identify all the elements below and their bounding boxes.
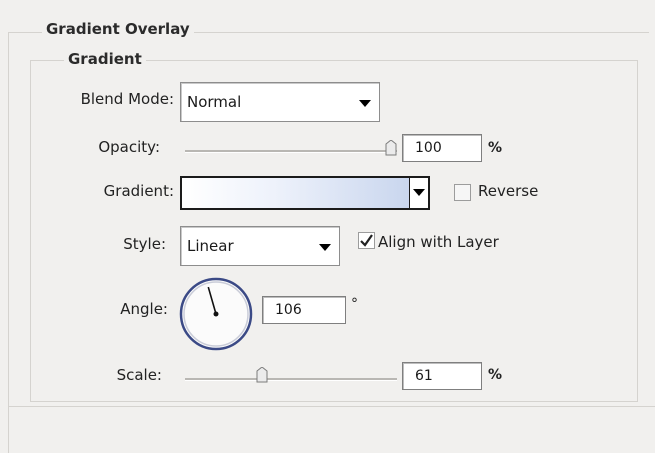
opacity-slider-thumb[interactable] bbox=[385, 140, 397, 156]
degree-unit: ° bbox=[351, 296, 358, 312]
scale-input[interactable]: 61 bbox=[402, 362, 482, 390]
style-label: Style: bbox=[123, 235, 166, 253]
angle-input[interactable]: 106 bbox=[262, 296, 346, 324]
opacity-unit: % bbox=[488, 140, 503, 156]
gradient-label: Gradient: bbox=[103, 182, 174, 200]
blend-mode-dropdown[interactable]: Normal bbox=[180, 82, 380, 122]
style-value: Linear bbox=[187, 237, 234, 255]
scale-slider-track[interactable] bbox=[185, 378, 397, 381]
align-with-layer-label: Align with Layer bbox=[378, 233, 499, 251]
angle-label: Angle: bbox=[120, 300, 168, 318]
scale-unit: % bbox=[488, 367, 503, 383]
align-with-layer-checkbox[interactable] bbox=[358, 232, 375, 249]
gradient-preview[interactable] bbox=[182, 178, 410, 208]
gradient-dropdown-button[interactable] bbox=[409, 178, 428, 208]
chevron-down-icon bbox=[319, 244, 331, 251]
panel-title: Gradient Overlay bbox=[42, 20, 194, 38]
angle-dial[interactable] bbox=[178, 276, 254, 352]
scale-label: Scale: bbox=[116, 366, 162, 384]
reverse-checkbox[interactable] bbox=[454, 184, 471, 201]
reverse-label: Reverse bbox=[478, 182, 539, 200]
divider bbox=[8, 406, 655, 407]
chevron-down-icon bbox=[359, 100, 371, 107]
checkmark-icon bbox=[360, 234, 373, 247]
scale-slider-thumb[interactable] bbox=[256, 367, 268, 383]
opacity-input[interactable]: 100 bbox=[402, 134, 482, 162]
blend-mode-value: Normal bbox=[187, 93, 242, 111]
section-title: Gradient bbox=[64, 50, 146, 68]
gradient-picker[interactable] bbox=[180, 176, 430, 210]
opacity-slider-track[interactable] bbox=[185, 150, 397, 153]
blend-mode-label: Blend Mode: bbox=[80, 90, 174, 108]
chevron-down-icon bbox=[413, 189, 425, 196]
opacity-label: Opacity: bbox=[98, 138, 160, 156]
style-dropdown[interactable]: Linear bbox=[180, 226, 340, 266]
